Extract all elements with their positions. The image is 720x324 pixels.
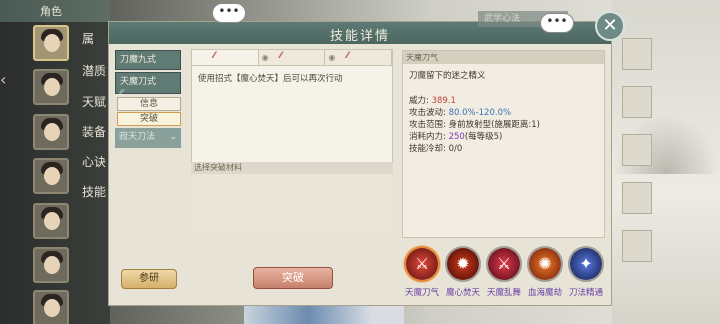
- skill-icon-xuehai-mojie[interactable]: ✺: [527, 246, 563, 282]
- skill-tab-label: 天魔刀式: [120, 77, 157, 87]
- skill-tab-locked[interactable]: 寂天刀法 ⌄: [115, 128, 181, 148]
- character-avatar[interactable]: [33, 25, 69, 61]
- stat-cooldown: 技能冷却: 0/0: [409, 142, 462, 154]
- tier-tab[interactable]: ◉ ⁄⁄⁄: [258, 50, 326, 65]
- skill-label: 刀法精通: [568, 288, 603, 298]
- menu-potential[interactable]: 潜质: [82, 62, 106, 79]
- menu-equipment[interactable]: 装备: [82, 123, 106, 140]
- character-figure: [244, 306, 404, 324]
- skill-tab-label: 寂天刀法: [119, 132, 156, 142]
- chat-bubble-icon[interactable]: •••: [540, 13, 574, 33]
- menu-attributes[interactable]: 属: [82, 30, 94, 47]
- material-label: 选择突破材料: [191, 162, 393, 174]
- menu-mind[interactable]: 心诀: [82, 153, 106, 170]
- breakthrough-description: 使用招式【魔心焚天】后可以再次行动: [198, 74, 343, 84]
- flame-icon: ✹: [447, 248, 479, 280]
- stat-label: 攻击波动:: [409, 108, 449, 118]
- stat-suffix: (每等级5): [464, 132, 503, 142]
- skill-detail-dialog: 技能详情 刀魔九式 天魔刀式 ⁄⁄⁄ 信息 突破 寂天刀法 ⌄ 参研 ⁄⁄⁄ ◉…: [108, 21, 612, 306]
- sidebar-title: 角色: [40, 5, 62, 18]
- skill-label: 天魔刀气: [404, 288, 439, 298]
- character-avatar[interactable]: [33, 247, 69, 283]
- character-avatar[interactable]: [33, 114, 69, 150]
- close-button[interactable]: ✕: [595, 11, 625, 41]
- slash-icon: ⚔: [488, 248, 520, 280]
- stat-label: 技能冷却: 0/0: [409, 144, 463, 154]
- skill-tab-tianmo[interactable]: 天魔刀式 ⁄⁄⁄: [115, 72, 181, 96]
- character-avatar[interactable]: [33, 158, 69, 194]
- stat-value: 250: [448, 132, 465, 142]
- tier-tab[interactable]: ◉ ⁄⁄⁄: [325, 50, 393, 65]
- skill-tab-daomo[interactable]: 刀魔九式: [115, 50, 181, 70]
- character-avatar[interactable]: [33, 203, 69, 239]
- stat-fluctuation: 攻击波动: 80.0%-120.0%: [409, 106, 511, 118]
- tier-tab[interactable]: ⁄⁄⁄: [192, 50, 259, 65]
- character-avatar[interactable]: [33, 69, 69, 105]
- stat-label: 攻击范围: 身前放射型(施展距离:1): [409, 120, 540, 130]
- breakthrough-button[interactable]: 突破: [253, 267, 333, 289]
- skill-tab-label: 刀魔九式: [120, 55, 157, 65]
- blast-icon: ✺: [529, 248, 561, 280]
- collapse-arrow-icon[interactable]: ‹: [0, 70, 10, 94]
- stat-value: 80.0%-120.0%: [448, 108, 512, 118]
- eye-icon: ◉: [328, 53, 336, 62]
- eye-icon: ◉: [261, 53, 269, 62]
- character-avatar[interactable]: [33, 290, 69, 324]
- stat-value: 389.1: [431, 96, 456, 106]
- skill-label: 血海魔劫: [527, 288, 562, 298]
- skill-label: 魔心焚天: [445, 288, 480, 298]
- stat-label: 威力:: [409, 96, 432, 106]
- skill-icon-tianmo-daoqi[interactable]: ⚔: [404, 246, 440, 282]
- side-item: [622, 38, 652, 70]
- chevron-down-icon: ⌄: [169, 132, 177, 142]
- research-button[interactable]: 参研: [121, 269, 177, 289]
- stat-power: 威力: 389.1: [409, 94, 456, 106]
- skill-detail-panel: 天魔刀气 刀魔留下的迷之精义 威力: 389.1 攻击波动: 80.0%-120…: [402, 50, 605, 238]
- breakthrough-tab-button[interactable]: 突破: [117, 112, 181, 126]
- sparkle-icon: ✦: [570, 248, 602, 280]
- side-item: [622, 182, 652, 214]
- info-button[interactable]: 信息: [117, 97, 181, 111]
- character-sidebar: 角色 ‹ 属 潜质 天赋 装备 心诀 技能: [0, 0, 110, 324]
- slash-icon: ⚔: [406, 248, 438, 280]
- skill-icon-tianmo-luanwu[interactable]: ⚔: [486, 246, 522, 282]
- stat-mana-cost: 消耗内力: 250(每等级5): [409, 130, 502, 142]
- dialog-title: 技能详情: [329, 29, 390, 44]
- skill-icon-daofa-jingtong[interactable]: ✦: [568, 246, 604, 282]
- skill-label: 天魔乱舞: [486, 288, 521, 298]
- side-item: [622, 230, 652, 262]
- menu-skills[interactable]: 技能: [82, 183, 106, 200]
- side-item: [622, 86, 652, 118]
- stat-label: 消耗内力:: [409, 132, 449, 142]
- breakthrough-panel: ⁄⁄⁄ ◉ ⁄⁄⁄ ◉ ⁄⁄⁄ 使用招式【魔心焚天】后可以再次行动: [191, 49, 393, 165]
- skill-icon-moxin-fentian[interactable]: ✹: [445, 246, 481, 282]
- menu-talent[interactable]: 天赋: [82, 93, 106, 110]
- material-slots[interactable]: [191, 174, 393, 234]
- stat-range: 攻击范围: 身前放射型(施展距离:1): [409, 118, 540, 130]
- breakthrough-tier-tabs: ⁄⁄⁄ ◉ ⁄⁄⁄ ◉ ⁄⁄⁄: [192, 50, 393, 66]
- side-item: [622, 134, 652, 166]
- sidebar-header: 角色: [0, 0, 110, 22]
- skill-name: 天魔刀气: [403, 51, 604, 64]
- skill-subtitle: 刀魔留下的迷之精义: [409, 71, 486, 81]
- chat-bubble-icon[interactable]: •••: [212, 3, 246, 23]
